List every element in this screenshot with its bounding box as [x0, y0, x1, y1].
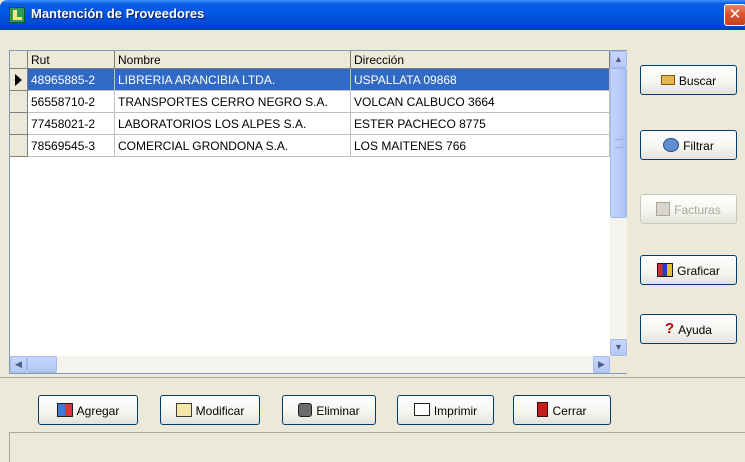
scroll-right-icon[interactable]: ▶ — [593, 356, 610, 373]
cell-direccion[interactable]: VOLCAN CALBUCO 3664 — [351, 91, 610, 113]
edit-icon — [175, 402, 192, 417]
facturas-label: Facturas — [674, 202, 721, 217]
status-bar — [9, 432, 745, 462]
ayuda-button[interactable]: ? Ayuda — [640, 314, 737, 344]
table-row[interactable]: 48965885-2 LIBRERIA ARANCIBIA LTDA. USPA… — [10, 69, 610, 91]
cell-nombre[interactable]: LIBRERIA ARANCIBIA LTDA. — [115, 69, 351, 91]
current-row-arrow-icon — [15, 74, 22, 86]
table-row[interactable]: 78569545-3 COMERCIAL GRONDONA S.A. LOS M… — [10, 135, 610, 157]
horizontal-scroll-thumb[interactable] — [27, 356, 57, 373]
exit-door-icon — [537, 402, 549, 418]
cell-nombre[interactable]: TRANSPORTES CERRO NEGRO S.A. — [115, 91, 351, 113]
cell-direccion[interactable]: LOS MAITENES 766 — [351, 135, 610, 157]
cell-nombre[interactable]: LABORATORIOS LOS ALPES S.A. — [115, 113, 351, 135]
scroll-down-icon[interactable]: ▼ — [610, 339, 627, 356]
cell-direccion[interactable]: USPALLATA 09868 — [351, 69, 610, 91]
app-icon — [9, 7, 25, 23]
ayuda-label: Ayuda — [678, 322, 712, 337]
chart-icon — [657, 262, 674, 277]
table-row[interactable]: 56558710-2 TRANSPORTES CERRO NEGRO S.A. … — [10, 91, 610, 113]
filtrar-label: Filtrar — [683, 138, 714, 153]
delete-icon — [298, 402, 313, 417]
grid-header: Rut Nombre Dirección — [10, 51, 610, 69]
suppliers-grid[interactable]: Rut Nombre Dirección 48965885-2 LIBRERIA… — [9, 50, 627, 374]
add-icon — [56, 402, 73, 417]
facturas-button[interactable]: Facturas — [640, 194, 737, 224]
invoices-icon — [656, 201, 671, 216]
row-indicator — [10, 113, 28, 135]
window-title: Mantención de Proveedores — [31, 6, 205, 21]
scroll-left-icon[interactable]: ◀ — [10, 356, 27, 373]
cell-rut[interactable]: 78569545-3 — [28, 135, 115, 157]
row-indicator-header — [10, 51, 28, 69]
cell-direccion[interactable]: ESTER PACHECO 8775 — [351, 113, 610, 135]
buscar-button[interactable]: Buscar — [640, 65, 737, 95]
agregar-label: Agregar — [76, 403, 120, 418]
scroll-up-icon[interactable]: ▲ — [610, 51, 627, 68]
imprimir-label: Imprimir — [433, 403, 478, 418]
graficar-button[interactable]: Graficar — [640, 255, 737, 285]
column-header-direccion[interactable]: Dirección — [351, 51, 610, 69]
vertical-scroll-thumb[interactable] — [610, 68, 627, 218]
row-indicator — [10, 91, 28, 113]
eliminar-button[interactable]: Eliminar — [282, 395, 376, 425]
agregar-button[interactable]: Agregar — [38, 395, 138, 425]
cerrar-label: Cerrar — [552, 403, 587, 418]
cell-rut[interactable]: 77458021-2 — [28, 113, 115, 135]
buscar-label: Buscar — [678, 73, 717, 88]
row-indicator — [10, 69, 28, 91]
cell-rut[interactable]: 56558710-2 — [28, 91, 115, 113]
row-indicator — [10, 135, 28, 157]
modificar-button[interactable]: Modificar — [160, 395, 260, 425]
imprimir-button[interactable]: Imprimir — [397, 395, 494, 425]
filtrar-button[interactable]: Filtrar — [640, 130, 737, 160]
cerrar-button[interactable]: Cerrar — [513, 395, 611, 425]
title-bar[interactable]: Mantención de Proveedores ✕ — [0, 0, 745, 30]
modificar-label: Modificar — [195, 403, 245, 418]
close-button[interactable]: ✕ — [724, 4, 745, 26]
filter-icon — [663, 137, 680, 152]
horizontal-scrollbar[interactable]: ◀ ▶ — [10, 356, 610, 373]
column-header-nombre[interactable]: Nombre — [115, 51, 351, 69]
search-icon — [660, 74, 675, 85]
scrollbar-corner — [610, 356, 627, 373]
print-icon — [413, 403, 430, 417]
column-header-rut[interactable]: Rut — [28, 51, 115, 69]
separator — [0, 377, 745, 378]
cell-rut[interactable]: 48965885-2 — [28, 69, 115, 91]
cell-nombre[interactable]: COMERCIAL GRONDONA S.A. — [115, 135, 351, 157]
table-row[interactable]: 77458021-2 LABORATORIOS LOS ALPES S.A. E… — [10, 113, 610, 135]
eliminar-label: Eliminar — [316, 403, 360, 418]
help-icon: ? — [665, 319, 675, 337]
graficar-label: Graficar — [677, 263, 720, 278]
vertical-scrollbar[interactable]: ▲ ▼ — [610, 51, 627, 356]
